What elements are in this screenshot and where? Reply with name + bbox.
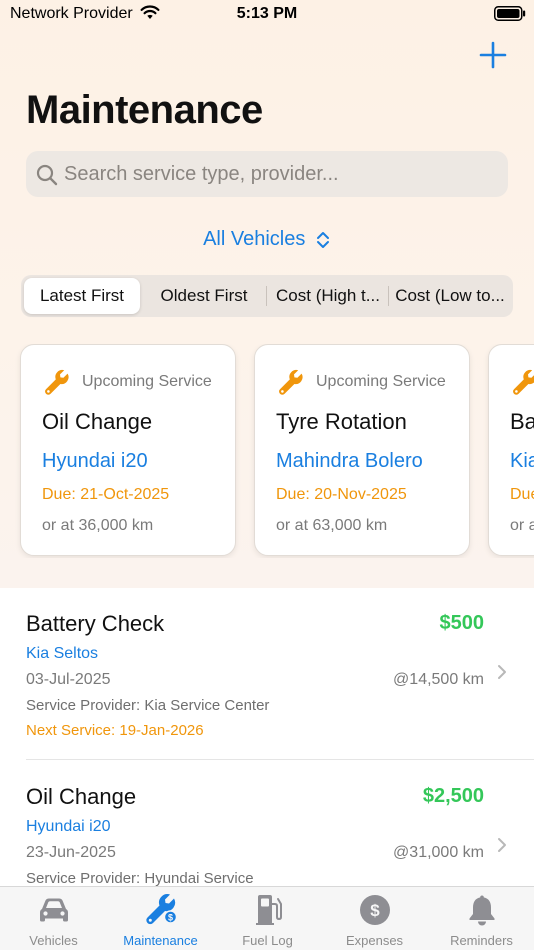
record-vehicle: Kia Seltos xyxy=(26,645,99,662)
record-date: 23-Jun-2025 xyxy=(26,844,116,861)
record-vehicle: Hyundai i20 xyxy=(26,818,111,835)
tab-bar: Vehicles $ Maintenance Fuel Log $ Expens… xyxy=(0,886,534,950)
upcoming-service-card[interactable]: Upcoming Service Tyre Rotation Mahindra … xyxy=(254,344,470,556)
row-divider xyxy=(26,759,534,760)
card-due-km: or a xyxy=(510,517,534,534)
sort-cost-low[interactable]: Cost (Low to... xyxy=(391,278,509,314)
car-icon xyxy=(40,898,68,922)
card-service-title: Oil Change xyxy=(42,409,153,434)
card-service-title: Tyre Rotation xyxy=(276,409,407,434)
record-date: 03-Jul-2025 xyxy=(26,671,111,688)
dollar-coin-icon: $ xyxy=(360,895,390,925)
upcoming-service-card[interactable]: Ba Kia Due or a xyxy=(488,344,534,556)
record-next-service: Next Service: 19-Jan-2026 xyxy=(26,722,204,739)
card-label: Upcoming Service xyxy=(316,373,446,390)
search-input[interactable] xyxy=(64,151,494,197)
record-cost: $500 xyxy=(439,612,485,634)
card-due-date: Due: 20-Nov-2025 xyxy=(276,486,407,503)
segment-divider xyxy=(388,286,389,306)
plus-icon xyxy=(479,41,507,69)
bell-icon xyxy=(469,895,495,926)
wrench-icon xyxy=(45,369,69,395)
card-due-km: or at 36,000 km xyxy=(42,517,154,534)
svg-text:$: $ xyxy=(168,913,173,923)
card-due-date: Due: 21-Oct-2025 xyxy=(42,486,170,503)
record-provider: Service Provider: Hyundai Service xyxy=(26,870,254,887)
tab-vehicles[interactable]: Vehicles xyxy=(0,887,107,950)
vehicle-filter-label: All Vehicles xyxy=(203,228,306,251)
sort-segmented-control: Latest First Oldest First Cost (High t..… xyxy=(21,275,513,317)
wrench-icon xyxy=(279,369,303,395)
record-title: Oil Change xyxy=(26,784,137,809)
status-bar: Network Provider 5:13 PM xyxy=(0,0,534,30)
card-label: Upcoming Service xyxy=(82,373,212,390)
tab-expenses[interactable]: $ Expenses xyxy=(321,887,428,950)
card-vehicle-name: Mahindra Bolero xyxy=(276,450,423,472)
tab-maintenance[interactable]: $ Maintenance xyxy=(107,887,214,950)
maintenance-record-row[interactable]: Battery Check $500 Kia Seltos 03-Jul-202… xyxy=(0,588,534,760)
sort-latest-first[interactable]: Latest First xyxy=(24,278,140,314)
chevron-right-icon xyxy=(498,665,506,679)
segment-divider xyxy=(266,286,267,306)
tab-label: Vehicles xyxy=(29,933,78,948)
add-service-button[interactable] xyxy=(478,40,508,70)
sort-oldest-first[interactable]: Oldest First xyxy=(143,278,265,314)
clock: 5:13 PM xyxy=(236,5,298,22)
chevron-up-down-icon xyxy=(316,231,329,248)
record-cost: $2,500 xyxy=(422,785,484,807)
wrench-icon: $ xyxy=(146,894,178,925)
fuel-pump-icon xyxy=(256,895,282,925)
card-vehicle-name: Hyundai i20 xyxy=(42,450,148,472)
wrench-icon xyxy=(513,369,534,395)
card-due-date: Due xyxy=(510,486,534,503)
record-title: Battery Check xyxy=(26,611,165,636)
card-service-title: Ba xyxy=(510,409,534,434)
tab-label: Fuel Log xyxy=(242,933,293,948)
vehicle-filter-button[interactable]: All Vehicles xyxy=(0,228,534,251)
tab-fuel-log[interactable]: Fuel Log xyxy=(214,887,321,950)
sort-cost-high[interactable]: Cost (High t... xyxy=(270,278,386,314)
battery-icon xyxy=(494,6,526,21)
svg-text:$: $ xyxy=(370,901,380,920)
record-odometer: @31,000 km xyxy=(393,844,484,861)
card-vehicle-name: Kia xyxy=(510,450,534,472)
record-odometer: @14,500 km xyxy=(393,671,484,688)
card-due-km: or at 63,000 km xyxy=(276,517,388,534)
tab-label: Expenses xyxy=(345,933,404,948)
search-icon xyxy=(36,164,58,186)
tab-reminders[interactable]: Reminders xyxy=(428,887,534,950)
search-bar[interactable] xyxy=(26,151,508,197)
upcoming-services-carousel[interactable]: Upcoming Service Oil Change Hyundai i20 … xyxy=(0,344,534,558)
tab-label: Reminders xyxy=(450,933,513,948)
tab-label: Maintenance xyxy=(123,933,198,948)
record-provider: Service Provider: Kia Service Center xyxy=(26,697,270,714)
upcoming-service-card[interactable]: Upcoming Service Oil Change Hyundai i20 … xyxy=(20,344,236,556)
chevron-right-icon xyxy=(498,838,506,852)
page-title: Maintenance xyxy=(26,88,263,132)
